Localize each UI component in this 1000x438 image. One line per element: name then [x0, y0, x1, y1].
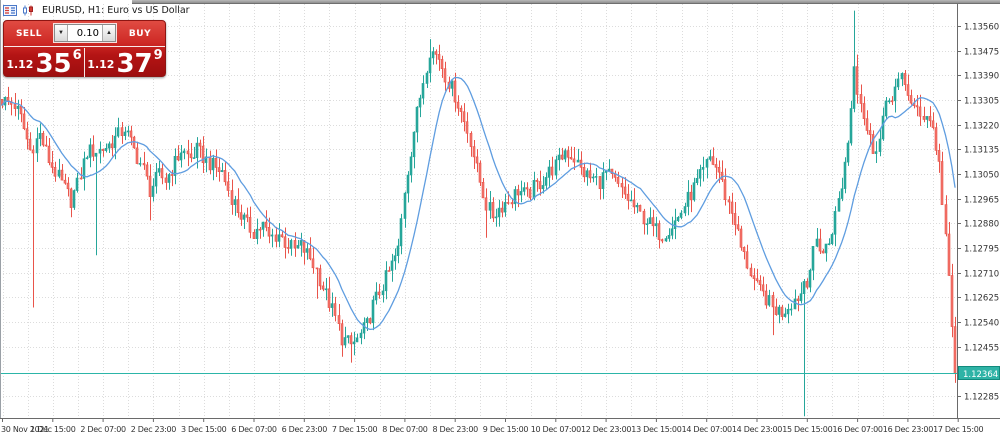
- price-axis-label: 1.12880: [964, 220, 999, 230]
- candlestick-chart-icon[interactable]: [21, 5, 35, 16]
- sell-big-figure: 1.12: [6, 58, 33, 71]
- quotes-grid-icon[interactable]: [3, 5, 17, 16]
- time-axis-label: 13 Dec 15:00: [631, 425, 681, 434]
- current-price-line: 1.12364: [0, 367, 1000, 381]
- time-axis-label: 16 Dec 07:00: [832, 425, 882, 434]
- time-axis-label: 2 Dec 23:00: [131, 425, 177, 434]
- buy-button-label: BUY: [129, 29, 151, 39]
- price-axis-label: 1.12795: [964, 245, 999, 255]
- price-axis-label: 1.12455: [964, 344, 999, 354]
- time-axis-label: 14 Dec 23:00: [732, 425, 782, 434]
- window-top-border: [132, 0, 1000, 4]
- sell-button[interactable]: SELL: [4, 21, 54, 46]
- sell-price[interactable]: 1.12 35 6: [4, 47, 84, 77]
- price-axis[interactable]: 1.13560 1.13475 1.13390 1.13305 1.13220 1.131…: [957, 4, 999, 418]
- buy-big-figure: 1.12: [87, 58, 114, 71]
- price-axis-label: 1.13135: [964, 146, 999, 156]
- chevron-down-icon: ▼: [58, 30, 64, 36]
- time-axis-label: 6 Dec 23:00: [282, 425, 328, 434]
- price-axis-label: 1.12285: [964, 393, 999, 403]
- time-axis-label: 16 Dec 23:00: [883, 425, 933, 434]
- volume-input[interactable]: [68, 25, 102, 41]
- trade-panel-price-row: 1.12 35 6 1.12 37 9: [4, 47, 165, 77]
- time-axis-label: 17 Dec 15:00: [933, 425, 983, 434]
- time-axis-label: 1 Dec 15:00: [30, 425, 76, 434]
- buy-pips: 37: [116, 54, 152, 74]
- price-axis-label: 1.13390: [964, 72, 999, 82]
- sell-pip-fraction: 6: [73, 48, 82, 63]
- price-axis-label: 1.13560: [964, 23, 999, 33]
- time-axis-label: 10 Dec 07:00: [531, 425, 581, 434]
- price-axis-label: 1.12540: [964, 319, 999, 329]
- price-axis-label: 1.13220: [964, 122, 999, 132]
- moving-average-line: [2, 78, 955, 330]
- chevron-up-icon: ▲: [106, 30, 112, 36]
- price-axis-label: 1.12625: [964, 294, 999, 304]
- buy-pip-fraction: 9: [154, 48, 163, 63]
- sell-pips: 35: [35, 54, 71, 74]
- time-axis-label: 6 Dec 07:00: [231, 425, 277, 434]
- sell-button-label: SELL: [16, 29, 42, 39]
- current-price-tag-label: 1.12364: [963, 370, 998, 380]
- buy-price[interactable]: 1.12 37 9: [85, 47, 165, 77]
- window-left-border: [0, 0, 1, 418]
- buy-button[interactable]: BUY: [115, 21, 165, 46]
- price-axis-label: 1.13050: [964, 171, 999, 181]
- time-axis-label: 14 Dec 07:00: [682, 425, 732, 434]
- price-axis-label: 1.13305: [964, 97, 999, 107]
- price-axis-label: 1.12965: [964, 196, 999, 206]
- volume-stepper: ▼ ▲: [54, 24, 116, 42]
- volume-increase-button[interactable]: ▲: [102, 25, 115, 41]
- time-axis-label: 12 Dec 23:00: [581, 425, 631, 434]
- price-axis-label: 1.12710: [964, 270, 999, 280]
- chart-title: EURUSD, H1: Euro vs US Dollar: [42, 5, 190, 16]
- time-axis-label: 9 Dec 15:00: [483, 425, 529, 434]
- time-axis-label: 8 Dec 07:00: [382, 425, 428, 434]
- chart-window: { "window": { "title": "EURUSD, H1: Euro…: [0, 0, 1000, 438]
- trade-panel-top-row: SELL ▼ ▲ BUY: [4, 21, 165, 47]
- price-axis-label: 1.13475: [964, 48, 999, 58]
- time-axis-label: 2 Dec 07:00: [80, 425, 126, 434]
- chart-header: EURUSD, H1: Euro vs US Dollar: [3, 3, 190, 17]
- time-axis[interactable]: 30 Nov 20211 Dec 15:002 Dec 07:002 Dec 2…: [0, 418, 1000, 434]
- time-axis-label: 8 Dec 23:00: [432, 425, 478, 434]
- volume-decrease-button[interactable]: ▼: [55, 25, 68, 41]
- one-click-trading-panel: SELL ▼ ▲ BUY 1.12 35 6: [3, 20, 166, 77]
- time-axis-label: 3 Dec 15:00: [181, 425, 227, 434]
- time-axis-label: 15 Dec 15:00: [782, 425, 832, 434]
- time-axis-label: 7 Dec 15:00: [332, 425, 378, 434]
